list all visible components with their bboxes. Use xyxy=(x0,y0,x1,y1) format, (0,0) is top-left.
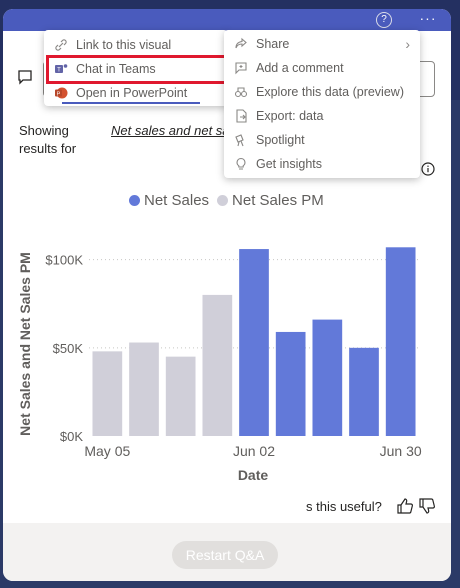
panel-footer: Restart Q&A xyxy=(3,523,451,581)
powerpoint-icon: P xyxy=(55,87,68,99)
result-visual-link[interactable]: Net sales and net sales stacked column c… xyxy=(111,122,231,140)
question-circle-icon[interactable]: ? xyxy=(376,12,392,28)
legend-dot-net-sales-pm xyxy=(217,195,229,206)
restart-qa-button[interactable]: Restart Q&A xyxy=(172,541,278,569)
menu-item-share[interactable]: Share › xyxy=(224,32,420,56)
menu-item-spotlight[interactable]: Spotlight xyxy=(224,128,420,152)
stacked-column-chart[interactable]: $0K $50K $100K May 05 Jun 02 Jun 30 Date Net Sa… xyxy=(3,234,451,484)
share-icon xyxy=(235,37,247,49)
thumbs-up-icon[interactable] xyxy=(396,497,414,515)
menu-item-label: Explore this data (preview) xyxy=(256,85,404,99)
legend-label-net-sales: Net Sales xyxy=(144,192,210,209)
bar[interactable] xyxy=(349,347,379,436)
menu-item-get-insights[interactable]: Get insights xyxy=(224,152,420,176)
comment-icon xyxy=(235,62,247,75)
lightbulb-icon xyxy=(236,157,246,170)
y-tick-label: $0K xyxy=(60,429,83,444)
bar[interactable] xyxy=(165,356,196,436)
info-icon[interactable] xyxy=(421,162,435,176)
y-axis-title: Net Sales and Net Sales PM xyxy=(17,252,33,436)
bar[interactable] xyxy=(92,351,123,436)
showing-results-label: Showing results for xyxy=(19,123,77,156)
legend-item-net-sales[interactable]: Net Sales xyxy=(129,192,209,209)
legend-label-net-sales-pm: Net Sales PM xyxy=(232,192,324,209)
x-tick-label: Jun 02 xyxy=(233,443,275,459)
explore-icon xyxy=(234,87,248,98)
y-tick-label: $100K xyxy=(45,253,83,268)
chevron-right-icon: › xyxy=(405,36,410,52)
bar[interactable] xyxy=(312,319,343,436)
y-tick-label: $50K xyxy=(53,341,84,356)
menu-item-label: Export: data xyxy=(256,109,324,123)
menu-item-explore-data[interactable]: Explore this data (preview) xyxy=(224,80,420,104)
menu-item-export-data[interactable]: Export: data xyxy=(224,104,420,128)
x-tick-label: May 05 xyxy=(84,443,130,459)
legend-item-net-sales-pm[interactable]: Net Sales PM xyxy=(217,192,324,209)
bar[interactable] xyxy=(239,249,269,436)
link-icon xyxy=(55,39,67,51)
menu-item-label: Spotlight xyxy=(256,133,305,147)
spotlight-icon xyxy=(235,134,244,147)
chat-bubble-icon xyxy=(18,70,32,85)
thumbs-down-icon[interactable] xyxy=(418,497,436,515)
useful-prompt: s this useful? xyxy=(306,499,382,514)
menu-item-label: Add a comment xyxy=(256,61,344,75)
menu-item-label: Open in PowerPoint xyxy=(76,86,188,100)
panel-header: ? ··· xyxy=(3,9,451,31)
legend-dot-net-sales xyxy=(129,195,140,206)
x-axis-title: Date xyxy=(238,467,269,483)
hover-indicator xyxy=(62,102,200,104)
chart-legend: Net Sales Net Sales PM xyxy=(129,192,332,209)
highlight-box xyxy=(46,55,230,84)
menu-item-add-comment[interactable]: Add a comment xyxy=(224,56,420,80)
export-icon xyxy=(236,109,247,123)
menu-item-label: Share xyxy=(256,37,290,51)
bar[interactable] xyxy=(129,342,159,436)
svg-text:P: P xyxy=(57,91,61,97)
x-tick-label: Jun 30 xyxy=(380,443,422,459)
bar[interactable] xyxy=(385,247,416,436)
ellipsis-icon[interactable]: ··· xyxy=(419,9,437,27)
menu-item-label: Get insights xyxy=(256,157,323,171)
more-options-menu: Share › Add a comment Explore this data … xyxy=(224,30,420,178)
menu-item-label: Link to this visual xyxy=(76,38,172,52)
menu-item-link-to-visual[interactable]: Link to this visual xyxy=(44,33,228,57)
bar[interactable] xyxy=(202,294,233,436)
bar[interactable] xyxy=(275,331,306,436)
